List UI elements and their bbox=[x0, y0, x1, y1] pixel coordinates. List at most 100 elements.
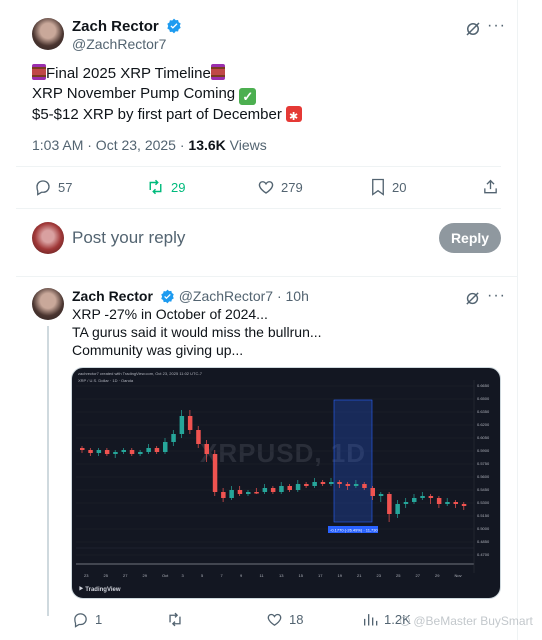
reply-input[interactable]: Post your reply bbox=[72, 228, 185, 248]
candle-body bbox=[171, 434, 176, 442]
candle-body bbox=[113, 452, 118, 454]
my-avatar[interactable] bbox=[32, 222, 64, 254]
y-tick-label: 0.5300 bbox=[477, 500, 490, 505]
candle-body bbox=[453, 502, 458, 504]
like-count: 18 bbox=[289, 612, 304, 627]
x-tick-label: 23 bbox=[376, 573, 381, 578]
more-options-icon[interactable]: ··· bbox=[487, 287, 506, 305]
reply-header: Zach Rector @ZachRector7 · 10h bbox=[72, 288, 309, 304]
heart-icon bbox=[267, 613, 282, 626]
x-tick-label: Oct bbox=[162, 573, 169, 578]
author-name[interactable]: Zach Rector bbox=[72, 18, 159, 35]
views-label: Views bbox=[225, 137, 267, 153]
reply-author-handle[interactable]: @ZachRector7 bbox=[179, 288, 273, 304]
like-button[interactable]: 18 bbox=[266, 611, 303, 628]
candle-body bbox=[80, 448, 85, 450]
watermark-overlay: @BeMaster BuySmart bbox=[400, 614, 533, 628]
candle-body bbox=[403, 502, 409, 504]
repost-button[interactable]: 29 bbox=[146, 178, 185, 196]
x-tick-label: 5 bbox=[201, 573, 204, 578]
more-options-icon[interactable]: ··· bbox=[487, 17, 506, 35]
reply-button[interactable]: 57 bbox=[34, 178, 72, 196]
repost-icon bbox=[169, 612, 181, 627]
verified-badge-icon bbox=[167, 18, 181, 34]
bookmark-button[interactable]: 20 bbox=[370, 178, 406, 196]
candle-body bbox=[362, 484, 367, 488]
reply-line-3: Community was giving up... bbox=[72, 342, 244, 358]
post-line-1: Final 2025 XRP Timeline bbox=[46, 65, 211, 82]
y-tick-label: 0.6650 bbox=[477, 383, 490, 388]
candle-body bbox=[129, 450, 135, 454]
author-avatar[interactable] bbox=[32, 18, 64, 50]
candle-body bbox=[353, 484, 359, 486]
candle-body bbox=[412, 498, 417, 502]
candle-body bbox=[378, 494, 384, 496]
divider bbox=[16, 276, 517, 277]
candle-body bbox=[229, 490, 234, 498]
check-mark-icon: ✓ bbox=[239, 88, 257, 105]
reply-button[interactable]: 1 bbox=[72, 611, 102, 628]
bookmark-count: 20 bbox=[392, 179, 407, 195]
spool-icon bbox=[210, 64, 225, 80]
x-tick-label: 25 bbox=[396, 573, 401, 578]
share-button[interactable] bbox=[482, 178, 499, 196]
reply-author-avatar[interactable] bbox=[32, 288, 64, 320]
candle-body bbox=[96, 450, 102, 453]
reply-submit-button[interactable]: Reply bbox=[439, 223, 501, 253]
x-tick-label: 29 bbox=[435, 573, 440, 578]
candle-body bbox=[312, 482, 317, 486]
y-tick-label: 0.5750 bbox=[477, 461, 490, 466]
author-name-row[interactable]: Zach Rector bbox=[72, 18, 182, 36]
repost-icon bbox=[149, 179, 162, 195]
x-tick-label: 29 bbox=[142, 573, 147, 578]
x-tick-label: 27 bbox=[123, 573, 128, 578]
candle-body bbox=[295, 484, 301, 490]
grok-icon[interactable] bbox=[464, 290, 481, 307]
x-tick-label: 13 bbox=[279, 573, 284, 578]
siren-icon bbox=[286, 106, 303, 127]
x-tick-label: 11 bbox=[259, 573, 264, 578]
share-icon bbox=[484, 179, 497, 194]
divider bbox=[16, 208, 501, 209]
candle-body bbox=[461, 504, 467, 506]
like-count: 279 bbox=[281, 179, 303, 195]
post-line-2: XRP November Pump Coming bbox=[32, 85, 236, 102]
candle-body bbox=[221, 492, 226, 498]
x-tick-label: 17 bbox=[318, 573, 323, 578]
candle-body bbox=[270, 488, 276, 492]
candle-body bbox=[279, 486, 284, 492]
y-tick-label: 0.6500 bbox=[477, 396, 490, 401]
tradingview-logo: ⯈ TradingView bbox=[78, 586, 121, 594]
x-tick-label: Nov bbox=[454, 573, 462, 578]
candle-body bbox=[154, 448, 160, 452]
post-text: Final 2025 XRP Timeline XRP November Pum… bbox=[32, 64, 303, 127]
candle-body bbox=[88, 450, 93, 453]
x-tick-label: 3 bbox=[181, 573, 184, 578]
post-timestamp[interactable]: 1:03 AM · Oct 23, 2025 · bbox=[32, 137, 188, 153]
reply-age[interactable]: · 10h bbox=[277, 288, 309, 304]
reply-icon bbox=[36, 180, 50, 196]
like-button[interactable]: 279 bbox=[257, 178, 303, 196]
candle-body bbox=[163, 442, 168, 452]
author-handle[interactable]: @ZachRector7 bbox=[72, 36, 166, 52]
x-tick-label: 27 bbox=[415, 573, 420, 578]
x-tick-label: 9 bbox=[240, 573, 243, 578]
candle-body bbox=[337, 482, 342, 484]
x-tick-label: 21 bbox=[357, 573, 362, 578]
chart-image[interactable]: zachrector7 created with TradingView.com… bbox=[71, 367, 501, 599]
candle-body bbox=[395, 504, 400, 514]
candle-body bbox=[345, 484, 351, 486]
y-tick-label: 0.5600 bbox=[477, 474, 490, 479]
repost-button[interactable] bbox=[166, 611, 184, 628]
y-tick-label: 0.6350 bbox=[477, 409, 490, 414]
candle-body bbox=[146, 448, 151, 452]
candle-body bbox=[187, 416, 193, 430]
reply-icon bbox=[74, 613, 87, 628]
candle-body bbox=[246, 492, 251, 494]
y-tick-label: 0.6050 bbox=[477, 435, 490, 440]
reply-line-2: TA gurus said it would miss the bullrun.… bbox=[72, 324, 322, 340]
reply-author-name[interactable]: Zach Rector bbox=[72, 288, 153, 304]
watermark-icon bbox=[400, 616, 410, 626]
analytics-icon bbox=[364, 614, 378, 626]
grok-icon[interactable] bbox=[464, 20, 482, 38]
